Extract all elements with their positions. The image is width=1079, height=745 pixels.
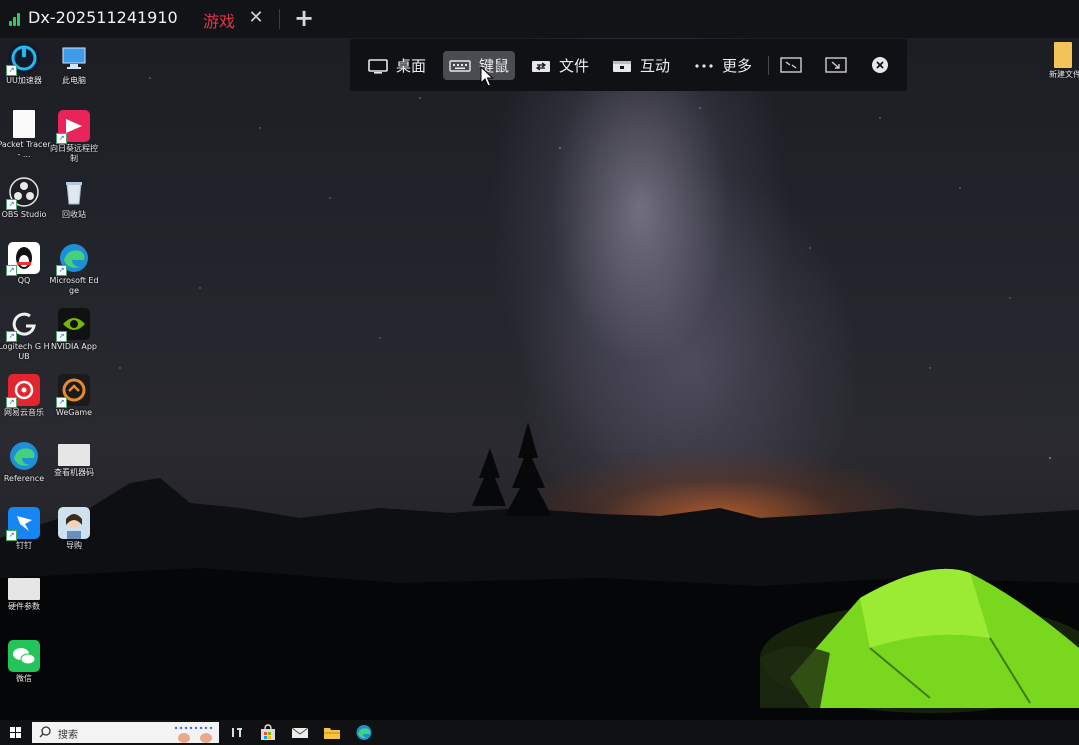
desktop-icon-label: NVIDIA App: [51, 342, 97, 351]
logitech-icon: ↗: [6, 308, 40, 342]
wegame-icon: ↗: [56, 374, 90, 408]
tab-divider: [279, 9, 280, 29]
search-placeholder: 搜索: [58, 730, 78, 741]
store-icon[interactable]: [259, 724, 277, 741]
desktop-icon-reference[interactable]: Reference: [0, 440, 51, 484]
desktop-icon-label: 钉钉: [16, 541, 32, 550]
toolbar-interact[interactable]: 互动: [612, 51, 670, 80]
desktop-icon-label: 向日葵远程控制: [50, 144, 98, 163]
qq-icon: ↗: [6, 242, 40, 276]
desktop-icon-label: 此电脑: [62, 76, 86, 85]
shrink-icon[interactable]: [780, 55, 802, 75]
desktop-icon-label: 微信: [16, 674, 32, 683]
interact-icon: [613, 60, 631, 72]
obs-icon: ↗: [6, 176, 40, 210]
desktop-icon-label: 导购: [66, 541, 82, 550]
wechat-icon: [8, 640, 40, 672]
dingtalk-icon: ↗: [6, 507, 40, 541]
mouse-cursor-icon: [480, 66, 494, 87]
recycle-bin-icon: [58, 176, 90, 208]
desktop-icon-label: QQ: [17, 276, 31, 285]
desktop-icon-label: Reference: [3, 474, 45, 483]
desktop-icon-wegame[interactable]: ↗ WeGame: [47, 374, 101, 418]
task-view-icon[interactable]: [229, 724, 247, 741]
toolbar-desktop[interactable]: 桌面: [368, 51, 426, 80]
sunflower-remote-icon: ↗: [56, 110, 90, 144]
computer-icon: [58, 42, 90, 74]
game-tab[interactable]: 游戏: [203, 8, 235, 32]
toolbar-more-label: 更多: [722, 57, 753, 75]
desktop-icon-machine-code[interactable]: 查看机器码: [47, 440, 101, 478]
windows-taskbar: 搜索: [0, 720, 1079, 745]
desktop-icon-label: Packet Tracer - ...: [0, 140, 51, 159]
machine-code-icon: [58, 444, 90, 466]
desktop-icon-logitech[interactable]: ↗ Logitech G HUB: [0, 308, 51, 362]
toolbar-desktop-label: 桌面: [396, 57, 427, 75]
session-tab-bar: Dx-202511241910 游戏 ✕ +: [0, 0, 1079, 38]
desktop-icon-label: Microsoft Edge: [49, 276, 99, 295]
desktop-icon-label: 硬件参数: [8, 602, 40, 611]
glowing-tent-illustration: [760, 568, 1079, 713]
desktop-icon-label: 查看机器码: [54, 468, 94, 477]
signal-strength-icon: [9, 11, 25, 26]
close-circle-icon[interactable]: [869, 55, 891, 75]
uu-accelerator-icon: ↗: [6, 42, 40, 76]
toolbar-divider: [768, 56, 769, 75]
desktop-icon-obs[interactable]: ↗ OBS Studio: [0, 176, 51, 220]
hardware-icon: [8, 578, 40, 600]
toolbar-files[interactable]: 文件: [531, 51, 589, 80]
desktop-icon-label: 回收站: [62, 210, 86, 219]
desktop-icon-label: WeGame: [55, 408, 93, 417]
desktop-icon-label: OBS Studio: [1, 210, 47, 219]
toolbar-keyboard-mouse[interactable]: 键鼠: [443, 51, 516, 80]
desktop-icon-edge[interactable]: ↗ Microsoft Edge: [47, 242, 101, 296]
windows-start-icon[interactable]: [10, 727, 22, 739]
desktop-icon-new-folder[interactable]: 新建文件: [1046, 42, 1079, 80]
desktop-icon-nvidia[interactable]: ↗ NVIDIA App: [47, 308, 101, 352]
search-icon: [39, 726, 51, 738]
netease-music-icon: ↗: [6, 374, 40, 408]
close-tab-icon[interactable]: ✕: [246, 7, 266, 29]
desktop-icon-hardware[interactable]: 硬件参数: [0, 574, 51, 612]
remote-desktop-view[interactable]: [0, 38, 1079, 720]
document-icon: [13, 110, 35, 138]
mail-icon[interactable]: [291, 724, 309, 741]
desktop-icon-sunflower[interactable]: ↗ 向日葵远程控制: [47, 110, 101, 164]
desktop-icon-label: 新建文件: [1049, 70, 1079, 79]
search-highlight-illustration-icon: [174, 726, 213, 743]
edge-icon: ↗: [56, 242, 90, 276]
edge-icon: [8, 440, 40, 472]
desktop-icon-label: Logitech G HUB: [0, 342, 50, 361]
desktop-icon-packet-tracer[interactable]: Packet Tracer - ...: [0, 110, 51, 160]
file-explorer-icon[interactable]: [323, 724, 341, 741]
file-transfer-icon: [532, 60, 550, 72]
more-dots-icon: [695, 63, 713, 68]
toolbar-files-label: 文件: [559, 57, 590, 75]
desktop-icon-netease[interactable]: ↗ 网易云音乐: [0, 374, 51, 418]
desktop-icon-label: 网易云音乐: [4, 408, 44, 417]
taskbar-search-box[interactable]: 搜索: [32, 722, 219, 743]
desktop-icon-recycle-bin[interactable]: 回收站: [47, 176, 101, 220]
desktop-icon-dingtalk[interactable]: ↗ 钉钉: [0, 507, 51, 551]
minimize-to-corner-icon[interactable]: [825, 55, 847, 75]
desktop-icon-uu[interactable]: ↗ UU加速器: [0, 42, 51, 86]
folder-icon: [1054, 42, 1072, 68]
desktop-icon: [368, 58, 388, 74]
desktop-icon-this-pc[interactable]: 此电脑: [47, 42, 101, 86]
avatar-icon: [58, 507, 90, 539]
session-tab-title[interactable]: Dx-202511241910: [28, 8, 178, 27]
toolbar-more[interactable]: 更多: [694, 51, 752, 80]
remote-control-toolbar: 桌面 键鼠 文件 互动 更多: [350, 39, 907, 91]
nvidia-icon: ↗: [56, 308, 90, 342]
desktop-icon-qq[interactable]: ↗ QQ: [0, 242, 51, 286]
new-tab-button[interactable]: +: [292, 5, 316, 31]
toolbar-interact-label: 互动: [640, 57, 671, 75]
desktop-icon-wechat[interactable]: 微信: [0, 640, 51, 684]
desktop-icon-avatar[interactable]: 导购: [47, 507, 101, 551]
edge-icon[interactable]: [355, 724, 373, 741]
keyboard-mouse-icon: [449, 59, 471, 72]
desktop-icon-label: UU加速器: [6, 76, 42, 85]
